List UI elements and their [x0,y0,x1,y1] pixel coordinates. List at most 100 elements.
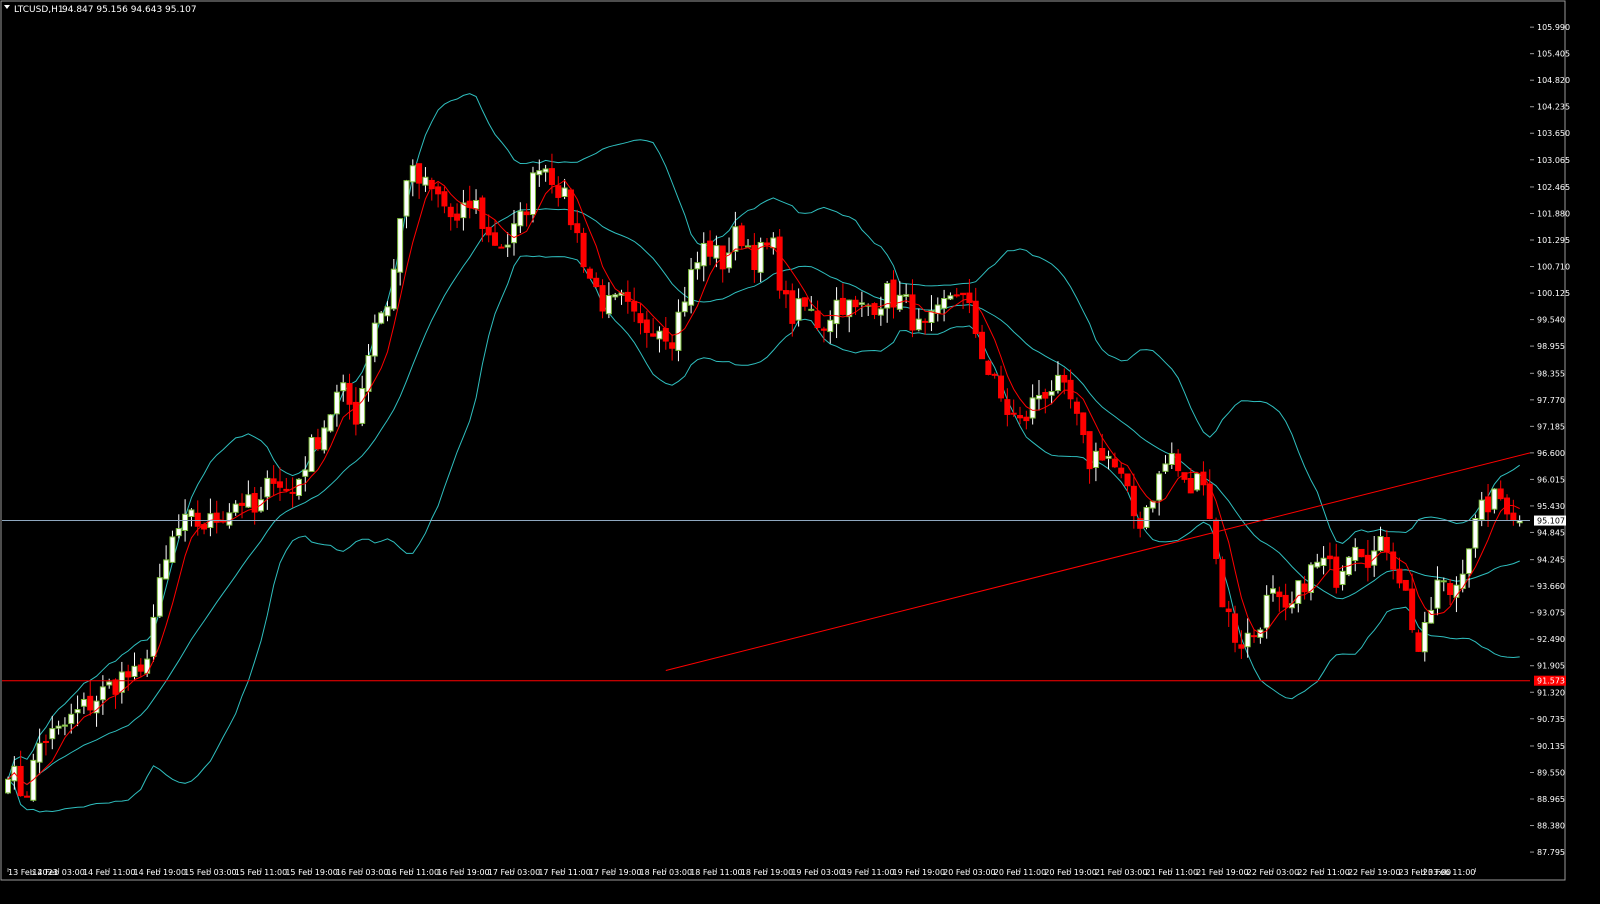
candle-body [308,437,315,473]
x-tick-label: 17 Feb 03:00 [488,868,540,877]
x-tick-label: 15 Feb 03:00 [184,868,236,877]
candle-body [776,236,783,291]
candle-body [903,294,910,297]
candle-body [1402,579,1409,591]
candle-body [1232,613,1239,643]
x-tick-label: 19 Feb 03:00 [791,868,843,877]
ohlc-label: 94.847 95.156 94.643 95.107 [62,5,197,15]
candle-body [934,304,941,314]
candle-body [42,740,49,743]
candle-body [245,494,252,508]
candle-body [441,191,448,207]
candle-body [74,709,81,714]
candle [308,434,315,473]
candle-body [80,698,87,707]
candle-body [612,294,619,298]
candle-body [1383,537,1390,553]
chart-background [0,0,1600,900]
candle-body [1364,554,1371,568]
y-tick-label: 96.015 [1537,475,1565,484]
candle-body [643,319,650,333]
candle-body [1491,488,1498,510]
candle-body [1130,485,1137,517]
candle-body [960,292,967,296]
candle-body [745,245,752,248]
x-tick-label: 15 Feb 11:00 [235,868,287,877]
candle-body [681,301,688,313]
candle-body [1162,463,1169,472]
candle-body [1377,536,1384,552]
x-tick-label: 20 Feb 03:00 [943,868,995,877]
candle-body [150,616,157,657]
y-tick-label: 96.600 [1537,449,1565,458]
y-tick-label: 88.380 [1537,822,1565,831]
candle-body [1092,450,1099,468]
candle-body [1307,564,1314,594]
candle-body [384,306,391,317]
candle [1358,548,1365,558]
x-tick-label: 17 Feb 11:00 [538,868,590,877]
y-tick-label: 104.235 [1537,103,1570,112]
candle-body [327,414,334,432]
candle-body [1010,412,1017,415]
candle [1219,556,1226,608]
candle-body [1219,559,1226,608]
x-tick-label: 16 Feb 19:00 [437,868,489,877]
candle-body [435,186,442,195]
candle-body [397,218,404,273]
candle-body [814,310,821,329]
x-tick-label: 23 Feb 11:00 [1423,868,1475,877]
candle-body [1175,453,1182,472]
candle-body [789,290,796,324]
candle-body [1421,622,1428,653]
candle-body [1118,467,1125,474]
candle-body [707,240,714,257]
candle-body [1004,399,1011,415]
candle-body [156,577,163,617]
candle-body [839,297,846,315]
candle-body [1339,570,1346,586]
candle-body [359,387,366,424]
y-tick-label: 103.065 [1537,156,1570,165]
candle-body [1251,635,1258,638]
candle-body [289,491,296,494]
x-axis: 13 Feb 202314 Feb 03:0014 Feb 11:0014 Fe… [7,868,1476,877]
candle-body [877,308,884,316]
candle [738,222,745,250]
y-tick-label: 94.245 [1537,556,1565,565]
candle-body [409,165,416,183]
candle-body [61,724,68,727]
price-chart[interactable]: 105.990 105.405 104.820 104.235 103.650 103.0… [0,0,1600,900]
candle-body [694,262,701,270]
candle-body [492,232,499,246]
candle-body [966,292,973,303]
candle-body [1244,632,1251,648]
y-tick-label: 93.075 [1537,609,1565,618]
candle-body [561,187,568,198]
candle-body [302,469,309,477]
x-tick-label: 20 Feb 11:00 [994,868,1046,877]
candle-body [226,512,233,526]
candle-body [1326,555,1333,560]
candle-body [1099,448,1106,461]
candle-body [1156,473,1163,501]
candle-body [542,168,549,173]
candle-body [144,658,151,674]
candle-body [586,268,593,279]
candle-body [795,298,802,321]
candle-body [49,728,56,740]
candle-body [909,294,916,331]
candle [529,166,536,223]
candle-body [1396,568,1403,584]
candle-body [947,295,954,300]
chart-window[interactable]: 105.990 105.405 104.820 104.235 103.650 103.0… [0,0,1600,900]
candle-body [1238,644,1245,649]
candle-body [1080,412,1087,436]
y-tick-label: 105.990 [1537,23,1570,32]
candle [1213,517,1220,565]
candle-body [125,671,132,678]
y-tick-label: 102.465 [1537,183,1570,192]
candle-body [1270,588,1276,594]
current-price-tag: 95.107 [1537,517,1565,526]
y-tick-label: 91.320 [1537,688,1565,697]
